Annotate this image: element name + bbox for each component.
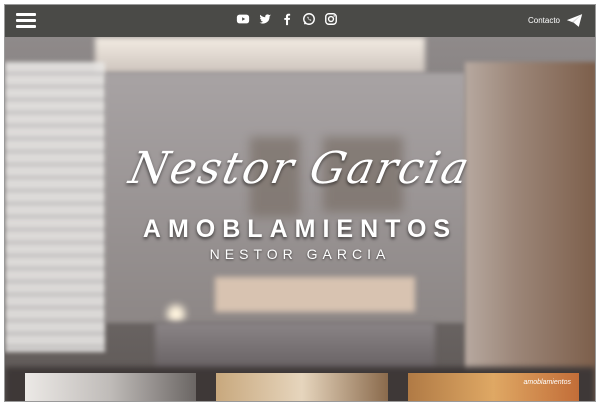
paper-plane-icon: [566, 14, 583, 27]
facebook-icon[interactable]: [280, 12, 294, 26]
brand-title: AMOBLAMIENTOS: [142, 215, 458, 243]
contact-link[interactable]: Contacto: [528, 13, 583, 28]
contact-label: Contacto: [527, 16, 560, 25]
top-bar: Contacto: [5, 5, 595, 37]
brand-logo: Nestor Garcia AMOBLAMIENTOS NESTOR GARCI…: [5, 143, 595, 262]
gallery-thumb-2[interactable]: [216, 373, 388, 401]
headboard: [215, 277, 415, 312]
social-links: [236, 11, 338, 27]
page-frame: Contacto Nestor Garcia AMOBLAMIENTOS NES…: [4, 4, 596, 402]
hero-banner: Nestor Garcia AMOBLAMIENTOS NESTOR GARCI…: [5, 37, 595, 401]
gallery-thumb-1[interactable]: [25, 373, 197, 401]
gallery-thumb-3[interactable]: amoblamientos: [407, 373, 579, 401]
ceiling-light: [95, 37, 425, 73]
hamburger-icon[interactable]: [16, 13, 36, 28]
thumb-logo-text: amoblamientos: [523, 379, 571, 386]
instagram-icon[interactable]: [324, 12, 338, 26]
script-title: Nestor Garcia: [124, 143, 476, 194]
gallery-strip: amoblamientos: [25, 373, 579, 401]
bedside-lamp: [167, 305, 185, 323]
whatsapp-icon[interactable]: [302, 12, 316, 26]
brand-subtitle: NESTOR GARCIA: [209, 246, 391, 262]
youtube-icon[interactable]: [236, 12, 250, 26]
twitter-icon[interactable]: [258, 12, 272, 26]
